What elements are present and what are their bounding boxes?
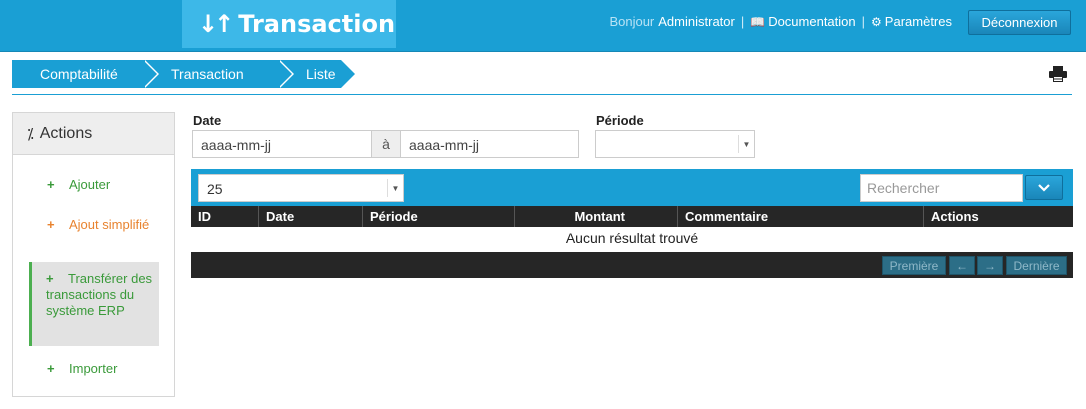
period-label: Période: [596, 113, 644, 128]
breadcrumb-divider: [12, 94, 1072, 95]
chevron-down-icon: ▼: [738, 135, 754, 153]
breadcrumb: Comptabilité Transaction Liste: [12, 60, 355, 88]
logout-button[interactable]: Déconnexion: [968, 10, 1071, 35]
breadcrumb-label: Comptabilité: [40, 66, 118, 82]
separator: |: [740, 14, 745, 29]
column-header-commentaire[interactable]: Commentaire: [678, 206, 924, 227]
action-label: Ajout simplifié: [69, 217, 150, 232]
search-input[interactable]: Rechercher: [860, 174, 1023, 202]
action-ajout-simplifie[interactable]: + Ajout simplifié: [31, 217, 159, 233]
period-select[interactable]: ▼: [595, 130, 755, 158]
breadcrumb-item-comptabilite[interactable]: Comptabilité: [12, 60, 159, 88]
page-size-value: 25: [207, 181, 223, 197]
date-separator: à: [372, 130, 400, 158]
sort-arrows-icon: ↓↑: [198, 10, 234, 38]
print-icon[interactable]: [1049, 66, 1067, 82]
documentation-link[interactable]: 📖 Documentation: [750, 14, 855, 29]
action-label: Transférer des transactions du système E…: [46, 271, 153, 318]
search-dropdown-button[interactable]: [1025, 175, 1063, 200]
pagination-last-button[interactable]: Dernière: [1006, 256, 1067, 275]
app-brand: ↓↑ Transaction: [182, 0, 396, 48]
settings-label: Paramètres: [884, 14, 952, 29]
gear-icon: ⚙: [871, 15, 882, 29]
empty-message: Aucun résultat trouvé: [565, 230, 699, 246]
plus-icon: +: [47, 217, 55, 232]
date-label: Date: [193, 113, 222, 128]
column-header-actions: Actions: [931, 209, 979, 224]
pagination-prev-button[interactable]: ←: [949, 256, 975, 275]
user-name[interactable]: Administrator: [658, 14, 735, 29]
breadcrumb-label: Transaction: [171, 66, 244, 82]
user-bar: Bonjour Administrator | 📖 Documentation |…: [609, 14, 952, 29]
plus-icon: +: [47, 361, 55, 376]
magic-wand-icon: ⁒: [27, 125, 34, 143]
column-header-periode[interactable]: Période: [363, 206, 515, 227]
actions-title: Actions: [39, 124, 93, 142]
pagination-next-button[interactable]: →: [977, 256, 1003, 275]
action-label: Importer: [69, 361, 118, 376]
table-header: ID Date Période Montant Commentaire Acti…: [191, 206, 1073, 227]
action-transferer-erp[interactable]: + Transférer des transactions du système…: [29, 262, 159, 346]
separator: |: [861, 14, 866, 29]
breadcrumb-item-transaction[interactable]: Transaction: [143, 60, 294, 88]
top-bar: ↓↑ Transaction Bonjour Administrator | 📖…: [0, 0, 1086, 52]
pagination-first-button[interactable]: Première: [882, 256, 946, 275]
date-to-input[interactable]: aaaa-mm-jj: [400, 130, 579, 158]
column-header-montant[interactable]: Montant: [515, 206, 678, 227]
settings-link[interactable]: ⚙ Paramètres: [871, 14, 952, 29]
plus-icon: +: [46, 271, 54, 286]
actions-sidebar: ⁒ Actions + Ajouter + Ajout simplifié + …: [12, 112, 175, 397]
documentation-label: Documentation: [768, 14, 856, 29]
actions-header: ⁒ Actions: [13, 113, 174, 155]
column-header-date[interactable]: Date: [259, 206, 363, 227]
page-title: Transaction: [238, 10, 396, 38]
action-importer[interactable]: + Importer: [31, 361, 159, 377]
chevron-down-icon: ▼: [387, 179, 403, 197]
date-from-input[interactable]: aaaa-mm-jj: [192, 130, 372, 158]
plus-icon: +: [47, 177, 55, 192]
greeting-text: Bonjour: [609, 14, 655, 29]
action-label: Ajouter: [69, 177, 111, 192]
breadcrumb-label: Liste: [306, 66, 336, 82]
page-size-select[interactable]: 25 ▼: [198, 174, 404, 202]
chevron-down-icon: [1038, 183, 1050, 192]
action-ajouter[interactable]: + Ajouter: [31, 177, 159, 193]
book-icon: 📖: [750, 15, 766, 29]
column-header-id[interactable]: ID: [191, 206, 259, 227]
